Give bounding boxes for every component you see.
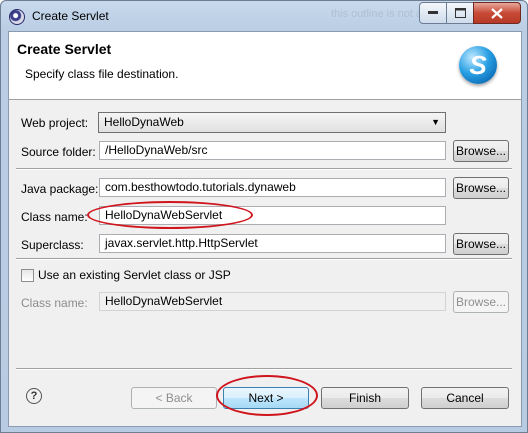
footer-separator (16, 368, 512, 370)
java-package-field[interactable]: com.besthowtodo.tutorials.dynaweb (99, 178, 446, 197)
maximize-button[interactable] (446, 2, 474, 24)
use-existing-label: Use an existing Servlet class or JSP (38, 268, 231, 282)
maximize-icon (454, 8, 466, 18)
source-folder-browse-button[interactable]: Browse... (453, 140, 509, 162)
superclass-browse-button[interactable]: Browse... (453, 233, 509, 255)
existing-class-name-label: Class name: (21, 296, 88, 310)
finish-button[interactable]: Finish (321, 387, 409, 409)
minimize-button[interactable] (419, 2, 447, 24)
use-existing-checkbox[interactable] (21, 269, 34, 282)
close-icon (491, 7, 503, 19)
web-project-label: Web project: (21, 116, 89, 130)
eclipse-icon (9, 9, 25, 25)
next-button[interactable]: Next > (223, 387, 309, 409)
minimize-icon (428, 11, 438, 14)
cancel-button[interactable]: Cancel (421, 387, 509, 409)
separator (16, 258, 512, 260)
class-name-label: Class name: (21, 210, 88, 224)
class-name-field[interactable]: HelloDynaWebServlet (99, 206, 446, 225)
dialog-window: Create Servlet this outline is not ava..… (0, 0, 528, 433)
window-title: Create Servlet (32, 9, 109, 23)
title-bar[interactable]: Create Servlet this outline is not ava..… (1, 1, 527, 31)
chevron-down-icon: ▼ (431, 117, 440, 127)
servlet-logo-icon: S (459, 46, 497, 84)
help-icon[interactable]: ? (26, 388, 42, 404)
dialog-content: Create Servlet Specify class file destin… (8, 31, 522, 427)
separator (16, 168, 512, 170)
existing-class-browse-button: Browse... (453, 291, 509, 313)
superclass-label: Superclass: (21, 238, 84, 252)
page-description: Specify class file destination. (25, 67, 179, 81)
web-project-value: HelloDynaWeb (104, 115, 184, 129)
source-folder-label: Source folder: (21, 145, 96, 159)
back-button: < Back (131, 387, 217, 409)
close-button[interactable] (473, 2, 521, 24)
web-project-select[interactable]: HelloDynaWeb ▼ (98, 112, 446, 133)
java-package-label: Java package: (21, 182, 99, 196)
page-title: Create Servlet (17, 41, 112, 57)
wizard-header: Create Servlet Specify class file destin… (9, 32, 521, 100)
existing-class-name-field: HelloDynaWebServlet (99, 292, 446, 311)
java-package-browse-button[interactable]: Browse... (453, 177, 509, 199)
superclass-field[interactable]: javax.servlet.http.HttpServlet (99, 234, 446, 253)
source-folder-field[interactable]: /HelloDynaWeb/src (99, 141, 446, 160)
